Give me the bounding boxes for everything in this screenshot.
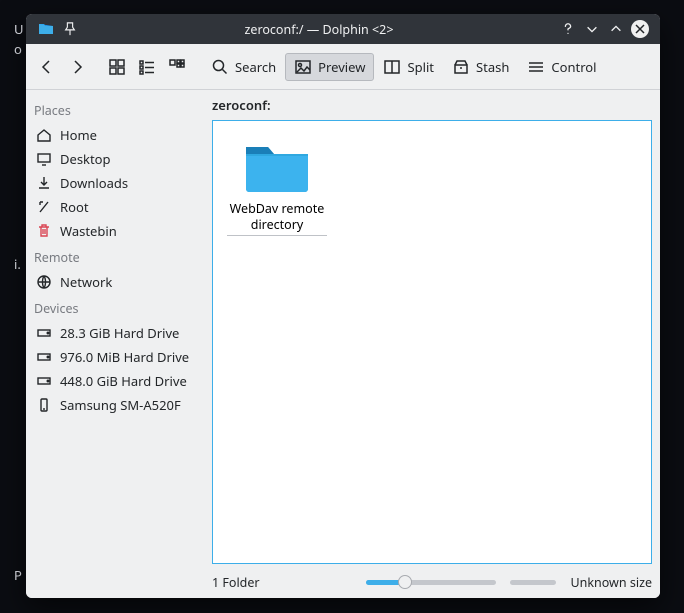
toolbar: Search Preview Split Stash Control <box>26 44 660 90</box>
control-button[interactable]: Control <box>518 53 605 81</box>
stash-label: Stash <box>476 58 509 76</box>
close-button[interactable] <box>631 20 649 38</box>
titlebar[interactable]: zeroconf:/ — Dolphin <2> <box>26 14 660 44</box>
pin-icon[interactable] <box>61 20 79 38</box>
forward-button[interactable] <box>62 53 92 81</box>
file-manager-window: zeroconf:/ — Dolphin <2> <box>26 14 660 598</box>
sidebar-item-network[interactable]: Network <box>34 270 204 294</box>
sidebar-header-remote: Remote <box>34 249 204 266</box>
stash-button[interactable]: Stash <box>443 53 518 81</box>
file-viewport[interactable]: WebDav remote directory <box>212 120 652 564</box>
statusbar: 1 Folder Unknown size <box>212 570 660 598</box>
sidebar-item-wastebin[interactable]: Wastebin <box>34 219 204 243</box>
folder-icon <box>240 135 314 197</box>
split-label: Split <box>407 58 434 76</box>
preview-button[interactable]: Preview <box>285 53 374 81</box>
sidebar-item-drive-0[interactable]: 28.3 GiB Hard Drive <box>34 321 204 345</box>
maximize-icon[interactable] <box>607 20 625 38</box>
split-button[interactable]: Split <box>374 53 443 81</box>
search-label: Search <box>235 58 276 76</box>
disk-usage-bar <box>510 580 556 585</box>
view-icons-button[interactable] <box>102 53 132 81</box>
folder-item[interactable]: WebDav remote directory <box>227 135 327 236</box>
sidebar-item-label: Wastebin <box>60 222 117 240</box>
zoom-slider[interactable] <box>366 574 496 590</box>
sidebar-item-device-phone[interactable]: Samsung SM-A520F <box>34 393 204 417</box>
sidebar-item-label: 448.0 GiB Hard Drive <box>60 372 187 390</box>
item-label: WebDav remote directory <box>227 201 327 236</box>
sidebar-item-label: Samsung SM-A520F <box>60 396 181 414</box>
sidebar-item-label: Network <box>60 273 112 291</box>
main-view: zeroconf: WebDav remote directory 1 Fold… <box>212 90 660 598</box>
sidebar-item-home[interactable]: Home <box>34 123 204 147</box>
status-count: 1 Folder <box>212 574 260 591</box>
sidebar-header-devices: Devices <box>34 300 204 317</box>
sidebar-item-label: Downloads <box>60 174 128 192</box>
back-button[interactable] <box>32 53 62 81</box>
sidebar: Places Home Desktop Downloads Root Waste… <box>26 90 212 598</box>
sidebar-item-label: Desktop <box>60 150 111 168</box>
minimize-icon[interactable] <box>583 20 601 38</box>
breadcrumb[interactable]: zeroconf: <box>212 90 660 120</box>
sidebar-header-places: Places <box>34 102 204 119</box>
sidebar-item-desktop[interactable]: Desktop <box>34 147 204 171</box>
sidebar-item-downloads[interactable]: Downloads <box>34 171 204 195</box>
sidebar-item-drive-2[interactable]: 448.0 GiB Hard Drive <box>34 369 204 393</box>
status-size: Unknown size <box>570 574 652 591</box>
window-title: zeroconf:/ — Dolphin <2> <box>82 21 556 38</box>
app-icon <box>37 20 55 38</box>
preview-label: Preview <box>318 58 365 76</box>
sidebar-item-label: 976.0 MiB Hard Drive <box>60 348 189 366</box>
view-compact-button[interactable] <box>132 53 162 81</box>
sidebar-item-drive-1[interactable]: 976.0 MiB Hard Drive <box>34 345 204 369</box>
sidebar-item-label: Root <box>60 198 89 216</box>
view-details-button[interactable] <box>162 53 192 81</box>
control-label: Control <box>551 58 596 76</box>
search-button[interactable]: Search <box>202 53 285 81</box>
sidebar-item-label: 28.3 GiB Hard Drive <box>60 324 179 342</box>
sidebar-item-label: Home <box>60 126 97 144</box>
help-icon[interactable] <box>559 20 577 38</box>
sidebar-item-root[interactable]: Root <box>34 195 204 219</box>
